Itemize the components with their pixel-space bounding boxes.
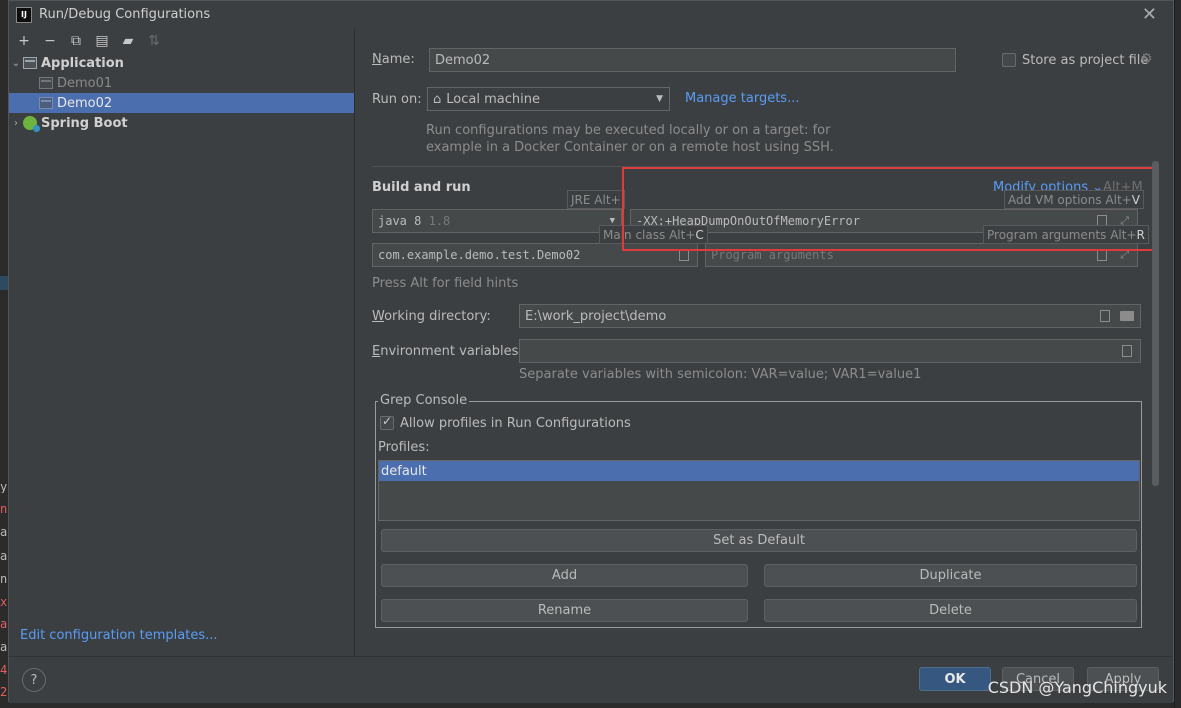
highlight-annotation-box xyxy=(622,167,1156,251)
editor-fragment: x xyxy=(0,596,8,608)
environment-variables-hint: Separate variables with semicolon: VAR=v… xyxy=(519,367,922,382)
editor-fragment: n xyxy=(0,503,8,515)
jre-dropdown[interactable]: java 8 1.8 ▼ xyxy=(372,209,622,233)
edit-configuration-templates-link[interactable]: Edit configuration templates... xyxy=(20,628,218,643)
editor-fragment: a xyxy=(0,618,8,630)
copy-icon[interactable]: ⧉ xyxy=(67,32,85,50)
name-field[interactable]: Demo02 xyxy=(429,48,956,72)
delete-profile-button[interactable]: Delete xyxy=(764,599,1137,622)
manage-targets-link[interactable]: Manage targets... xyxy=(685,91,799,106)
gear-icon[interactable]: ⚙ xyxy=(1140,51,1153,67)
jre-version: 1.8 xyxy=(428,214,451,228)
run-debug-configurations-dialog: IJ Run/Debug Configurations ✕ + − ⧉ ▤ ▰ … xyxy=(8,0,1174,703)
editor-fragment: a xyxy=(0,526,8,538)
name-field-value: Demo02 xyxy=(435,52,491,68)
store-as-project-file-label: Store as project file xyxy=(1022,53,1149,68)
remove-icon[interactable]: − xyxy=(41,32,59,50)
run-on-hint-line1: Run configurations may be executed local… xyxy=(426,123,831,138)
configuration-editor: Name: Demo02 Store as project file ⚙ Run… xyxy=(356,29,1173,656)
save-icon[interactable]: ▤ xyxy=(93,32,111,50)
home-icon: ⌂ xyxy=(433,91,442,107)
jre-field-hint: JRE Alt+ xyxy=(567,190,625,209)
duplicate-profile-button[interactable]: Duplicate xyxy=(764,564,1137,587)
document-icon[interactable] xyxy=(1100,310,1110,322)
working-directory-value: E:\work_project\demo xyxy=(525,308,667,324)
window-title: Run/Debug Configurations xyxy=(39,7,211,22)
editor-fragment: 4 xyxy=(0,664,8,676)
main-class-value: com.example.demo.test.Demo02 xyxy=(378,248,581,262)
help-button[interactable]: ? xyxy=(22,668,46,692)
run-on-hint-line2: example in a Docker Container or on a re… xyxy=(426,140,834,155)
jre-value: java 8 xyxy=(378,214,422,228)
rename-profile-button[interactable]: Rename xyxy=(381,599,748,622)
application-icon xyxy=(23,57,37,69)
list-item[interactable]: default xyxy=(379,461,1139,481)
configurations-tree: ⌄ Application Demo01 Demo02 › Spring Boo… xyxy=(9,53,354,133)
document-icon[interactable] xyxy=(1122,345,1132,357)
tree-item-label: Application xyxy=(41,55,124,71)
set-as-default-button[interactable]: Set as Default xyxy=(381,529,1137,552)
application-config-icon xyxy=(39,77,53,89)
editor-fragment: a xyxy=(0,641,8,653)
editor-fragment: n xyxy=(0,573,8,585)
run-on-label: Run on: xyxy=(372,92,422,107)
tree-toolbar: + − ⧉ ▤ ▰ ⇅ xyxy=(9,29,354,53)
tree-item-label: Demo02 xyxy=(57,95,113,111)
tree-item-label: Spring Boot xyxy=(41,115,128,131)
tree-item-application[interactable]: ⌄ Application xyxy=(9,53,354,73)
editor-fragment: 2 xyxy=(0,686,8,698)
new-folder-icon[interactable]: ▰ xyxy=(119,32,137,50)
tree-item-spring-boot[interactable]: › Spring Boot xyxy=(9,113,354,133)
tree-item-label: Demo01 xyxy=(57,75,113,91)
tree-item-demo01[interactable]: Demo01 xyxy=(9,73,354,93)
csdn-watermark: CSDN @YangChingyuk xyxy=(987,678,1167,697)
name-label: Name: xyxy=(372,52,415,67)
title-bar: IJ Run/Debug Configurations ✕ xyxy=(9,1,1173,29)
working-directory-label: Working directory: xyxy=(372,309,491,324)
editor-right-strip xyxy=(1174,0,1181,708)
intellij-app-icon: IJ xyxy=(16,7,32,23)
spring-boot-icon xyxy=(23,116,40,132)
configurations-tree-panel: + − ⧉ ▤ ▰ ⇅ ⌄ Application Demo01 Demo02 … xyxy=(9,29,355,656)
allow-profiles-checkbox[interactable] xyxy=(380,414,394,430)
editor-fragment: a xyxy=(0,550,8,562)
chevron-down-icon: ▼ xyxy=(656,94,663,104)
run-on-value: Local machine xyxy=(446,91,540,107)
close-icon[interactable]: ✕ xyxy=(1142,4,1157,25)
editor-background-strip: y n a a n x a a 4 2 xyxy=(0,0,8,708)
hint-text: JRE Alt+ xyxy=(571,192,621,207)
tree-item-demo02[interactable]: Demo02 xyxy=(9,93,354,113)
add-icon[interactable]: + xyxy=(15,32,33,50)
application-config-icon xyxy=(39,97,53,109)
environment-variables-label: Environment variables: xyxy=(372,344,523,359)
profile-name: default xyxy=(381,463,427,479)
chevron-down-icon[interactable]: ⌄ xyxy=(9,58,23,69)
alt-field-hints-label: Press Alt for field hints xyxy=(372,276,519,291)
build-and-run-title: Build and run xyxy=(372,180,471,195)
profiles-list[interactable]: default xyxy=(378,460,1140,521)
scrollbar[interactable] xyxy=(1152,161,1159,486)
environment-variables-field[interactable] xyxy=(519,339,1141,363)
run-on-dropdown[interactable]: ⌂ Local machine ▼ xyxy=(427,87,670,111)
store-as-project-file-checkbox[interactable] xyxy=(1002,53,1016,67)
profiles-label: Profiles: xyxy=(378,440,430,455)
editor-fragment: y xyxy=(0,481,8,493)
editor-line-marker xyxy=(0,276,8,290)
allow-profiles-label: Allow profiles in Run Configurations xyxy=(400,416,631,431)
sort-icon[interactable]: ⇅ xyxy=(145,32,163,50)
working-directory-field[interactable]: E:\work_project\demo xyxy=(519,304,1141,328)
ok-button[interactable]: OK xyxy=(919,667,991,691)
add-profile-button[interactable]: Add xyxy=(381,564,748,587)
grep-console-legend: Grep Console xyxy=(378,393,470,408)
folder-icon[interactable] xyxy=(1120,311,1134,321)
chevron-right-icon[interactable]: › xyxy=(9,118,23,129)
